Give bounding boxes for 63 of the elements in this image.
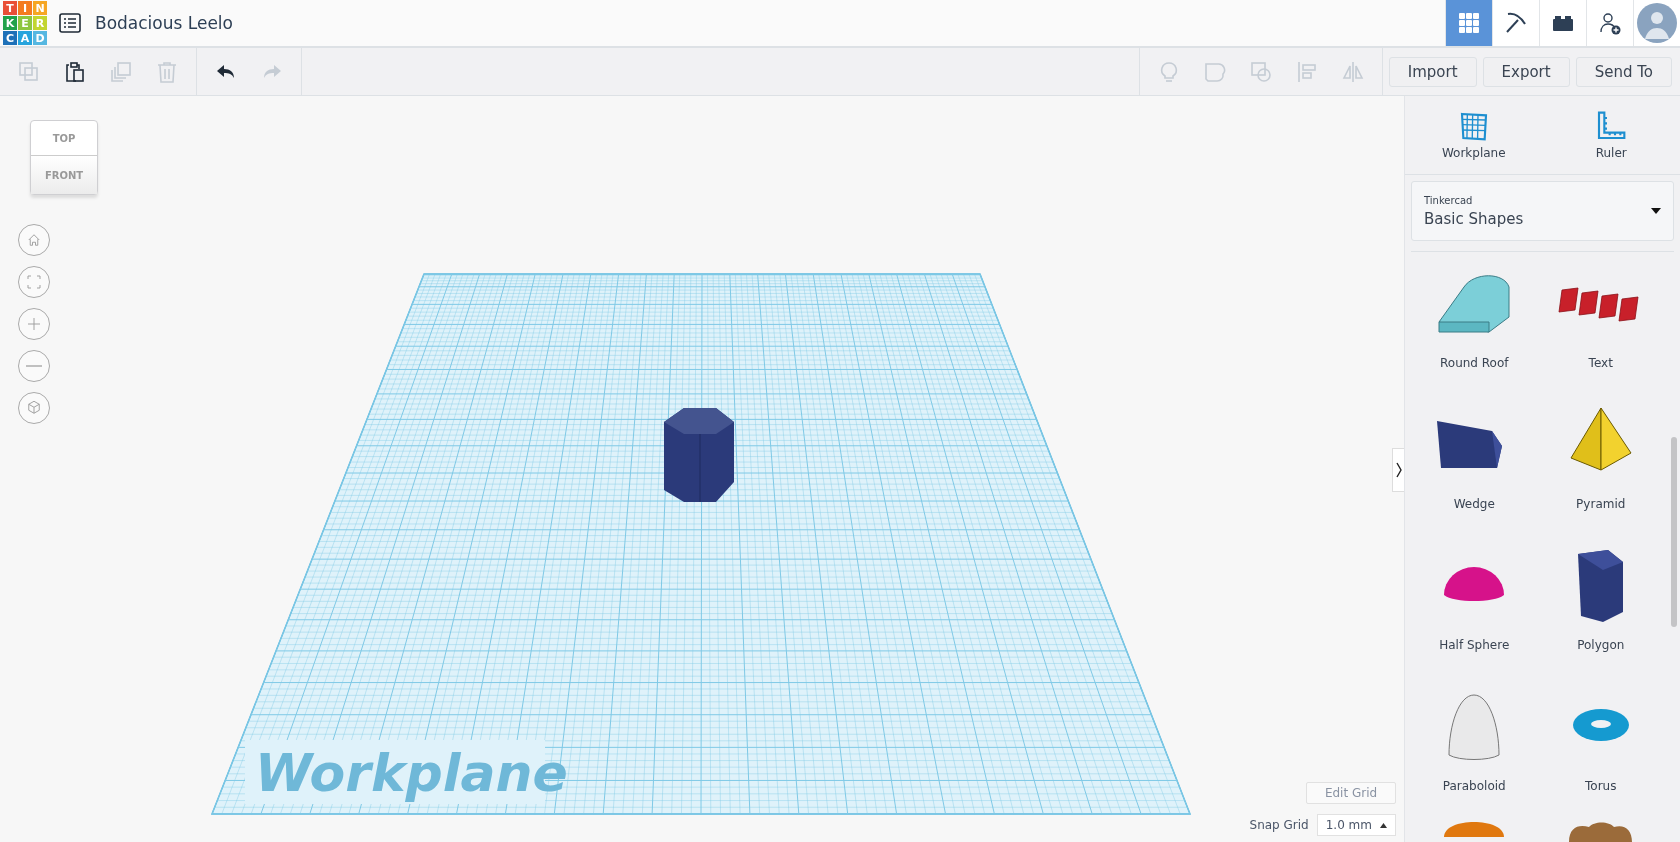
shape-item[interactable]: Pyramid: [1537, 393, 1664, 534]
scrollbar-thumb[interactable]: [1671, 437, 1677, 627]
fit-icon: [25, 273, 43, 291]
shape-item[interactable]: Half Sphere: [1411, 534, 1538, 675]
shape-item[interactable]: Torus: [1537, 675, 1664, 816]
home-button[interactable]: [18, 224, 50, 256]
zoom-in-icon: [25, 315, 43, 333]
shape-item[interactable]: Wedge: [1411, 393, 1538, 534]
file-action-button[interactable]: Import: [1388, 56, 1477, 87]
paste-icon: [63, 59, 87, 84]
library-source: Tinkercad: [1424, 194, 1474, 206]
logo[interactable]: T I N K E R C A D: [3, 1, 47, 45]
shape-item[interactable]: Round Roof: [1411, 252, 1538, 393]
shape-name: Wedge: [1453, 497, 1495, 511]
ruler-icon: [1595, 110, 1628, 142]
shape-name: Round Roof: [1440, 356, 1509, 370]
ruler-tool-button[interactable]: Ruler: [1542, 96, 1680, 174]
snap-grid-select[interactable]: 1.0 mm: [1316, 814, 1396, 836]
grid-icon: [1457, 11, 1481, 35]
zoom-out-button[interactable]: [18, 350, 50, 382]
zoom-in-button[interactable]: [18, 308, 50, 340]
group-icon: [1248, 59, 1273, 84]
perspective-button[interactable]: [18, 392, 50, 424]
shape-name: Half Sphere: [1439, 638, 1510, 652]
shape-name: Paraboloid: [1442, 779, 1506, 793]
avatar-icon: [1637, 3, 1677, 43]
copy-icon: [17, 59, 41, 84]
design-title[interactable]: Bodacious Leelo: [95, 13, 233, 33]
add-user-button[interactable]: [1586, 0, 1633, 46]
snap-grid-label: Snap Grid: [1249, 818, 1309, 832]
trash-icon: [155, 59, 179, 84]
duplicate-icon: [109, 59, 133, 84]
half-sphere-drawing: [1444, 567, 1505, 601]
chevron-right-icon: [1395, 462, 1402, 478]
hexagonal-prism-drawing[interactable]: [664, 408, 734, 503]
home-icon: [25, 231, 43, 249]
collapse-panel-button[interactable]: [1392, 448, 1404, 492]
workplane-tool-button[interactable]: Workplane: [1405, 96, 1543, 174]
brick-button[interactable]: [1539, 0, 1586, 46]
shape-name: Polygon: [1577, 638, 1625, 652]
cube-icon: [25, 399, 43, 417]
shape-item[interactable]: Text: [1537, 252, 1664, 393]
fit-button[interactable]: [18, 266, 50, 298]
partial-shape-drawing: [1569, 822, 1633, 842]
library-value: Basic Shapes: [1424, 209, 1525, 228]
workplane-label: Workplane: [255, 743, 568, 803]
list-icon[interactable]: [59, 13, 81, 33]
file-action-button[interactable]: Send To: [1575, 56, 1672, 87]
partial-shape-drawing: [1444, 822, 1505, 837]
shape-name: Text: [1588, 356, 1613, 370]
add-user-icon: [1598, 11, 1622, 35]
shape-name: Pyramid: [1576, 497, 1626, 511]
caret-up-icon: [1380, 822, 1387, 828]
library-dropdown[interactable]: Tinkercad Basic Shapes: [1411, 181, 1674, 241]
file-action-button[interactable]: Export: [1482, 56, 1570, 87]
shape-item[interactable]: Paraboloid: [1411, 675, 1538, 816]
caret-down-icon: [1651, 208, 1661, 214]
shape-name: Torus: [1585, 779, 1617, 793]
torus-drawing: [1572, 709, 1629, 741]
mirror-icon: [1340, 59, 1365, 84]
pickaxe-button[interactable]: [1492, 0, 1539, 46]
pickaxe-icon: [1504, 11, 1528, 35]
shape-item[interactable]: Polygon: [1537, 534, 1664, 675]
